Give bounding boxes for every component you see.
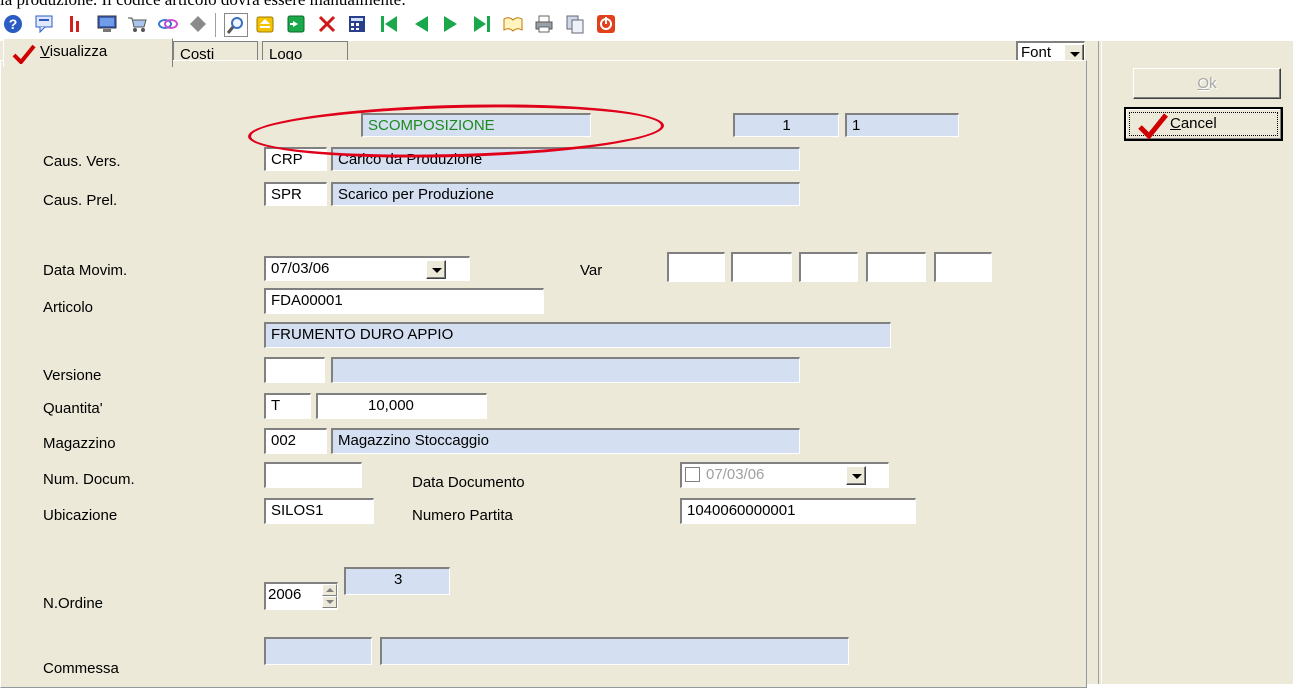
label-articolo: Articolo	[43, 299, 94, 316]
var-input-3[interactable]	[799, 252, 858, 282]
next-record-icon[interactable]	[440, 13, 462, 35]
svg-text:?: ?	[9, 16, 18, 32]
chevron-down-icon[interactable]	[426, 260, 446, 279]
cancel-label-rest: ancel	[1180, 115, 1217, 132]
label-data-documento: Data Documento	[412, 474, 525, 491]
magazzino-code-input[interactable]: 002	[264, 428, 327, 454]
cart-icon[interactable]	[126, 13, 148, 35]
cancel-label-mnemonic: C	[1170, 115, 1181, 132]
quantita-unit-input[interactable]: T	[264, 393, 311, 419]
numero-partita-input[interactable]: 1040060000001	[680, 498, 916, 524]
label-caus-vers: Caus. Vers.	[43, 153, 121, 170]
help-icon[interactable]: ?	[2, 13, 24, 35]
book-icon[interactable]	[502, 13, 524, 35]
var-input-4[interactable]	[866, 252, 926, 282]
commessa-code-input[interactable]	[264, 637, 372, 665]
quantita-value-input[interactable]: 10,000	[316, 393, 487, 419]
caus-prel-code-input[interactable]: SPR	[264, 182, 327, 206]
caus-prel-description: Scarico per Produzione	[331, 182, 800, 206]
vertical-divider	[1098, 41, 1102, 684]
checkmark-icon	[12, 44, 36, 64]
exit-icon[interactable]	[595, 13, 617, 35]
label-ubicazione: Ubicazione	[43, 507, 118, 524]
first-record-icon[interactable]	[378, 13, 400, 35]
label-commessa: Commessa	[43, 660, 119, 677]
data-movim-value: 07/03/06	[271, 260, 330, 277]
tab-label-mnemonic: V	[40, 43, 50, 60]
data-movim-date-picker[interactable]: 07/03/06	[264, 256, 470, 281]
num-docum-input[interactable]	[264, 462, 362, 488]
copy-icon[interactable]	[564, 13, 586, 35]
diamond-icon[interactable]	[187, 13, 209, 35]
search-icon[interactable]	[224, 13, 248, 37]
n-ordine-year-value: 2006	[268, 586, 302, 603]
ubicazione-input[interactable]: SILOS1	[264, 498, 374, 524]
label-quantita: Quantita'	[43, 400, 103, 417]
var-input-5[interactable]	[934, 252, 992, 282]
label-num-docum: Num. Docum.	[43, 471, 135, 488]
checkmark-icon	[1138, 113, 1168, 139]
header-number-1: 1	[733, 113, 839, 137]
chevron-up-icon	[326, 588, 334, 592]
open-folder-icon[interactable]	[254, 13, 276, 35]
tab-label-rest: isualizza	[49, 43, 108, 60]
export-icon[interactable]	[285, 13, 307, 35]
cancel-button[interactable]: Cancel	[1124, 107, 1283, 141]
spin-up-button[interactable]	[322, 584, 337, 596]
delete-icon[interactable]	[316, 13, 338, 35]
chevron-down-icon	[326, 600, 334, 604]
tab-visualizza[interactable]: Visualizza	[3, 38, 173, 67]
label-magazzino: Magazzino	[43, 435, 116, 452]
label-n-ordine: N.Ordine	[43, 595, 104, 612]
label-data-movim: Data Movim.	[43, 262, 128, 279]
var-input-1[interactable]	[667, 252, 725, 282]
chevron-down-icon[interactable]	[846, 466, 866, 485]
print-icon[interactable]	[533, 13, 555, 35]
monitor-icon[interactable]	[96, 13, 118, 35]
n-ordine-year-stepper[interactable]: 2006	[264, 582, 338, 610]
commessa-description	[380, 637, 849, 665]
articolo-code-input[interactable]: FDA00001	[264, 288, 544, 314]
data-documento-checkbox[interactable]	[685, 467, 700, 482]
ok-label-mnemonic: O	[1197, 75, 1210, 92]
label-versione: Versione	[43, 367, 102, 384]
link-icon[interactable]	[157, 13, 179, 35]
data-documento-value: 07/03/06	[706, 466, 765, 483]
data-documento-date-picker[interactable]: 07/03/06	[680, 462, 889, 488]
n-ordine-number: 3	[344, 567, 450, 595]
header-number-2: 1	[845, 113, 959, 137]
chat-icon[interactable]	[34, 13, 56, 35]
ok-button[interactable]: Ok	[1133, 68, 1281, 99]
font-select-value: Font	[1021, 44, 1052, 61]
ok-label-rest: k	[1209, 75, 1217, 92]
prev-record-icon[interactable]	[410, 13, 432, 35]
var-input-2[interactable]	[731, 252, 792, 282]
spin-down-button[interactable]	[322, 596, 337, 608]
magazzino-description: Magazzino Stoccaggio	[331, 428, 800, 454]
calculator-icon[interactable]	[346, 13, 368, 35]
info-icon[interactable]	[64, 13, 86, 35]
toolbar: ?	[0, 9, 1293, 41]
dialog-window: Visualizza Costi Logo Font Ok Cancel SCO…	[0, 38, 1293, 688]
label-caus-prel: Caus. Prel.	[43, 192, 118, 209]
label-var: Var	[580, 262, 603, 279]
versione-description	[331, 357, 800, 383]
articolo-description: FRUMENTO DURO APPIO	[264, 322, 891, 348]
toolbar-separator	[215, 13, 219, 37]
last-record-icon[interactable]	[471, 13, 493, 35]
label-numero-partita: Numero Partita	[412, 507, 513, 524]
versione-code-input[interactable]	[264, 357, 325, 383]
